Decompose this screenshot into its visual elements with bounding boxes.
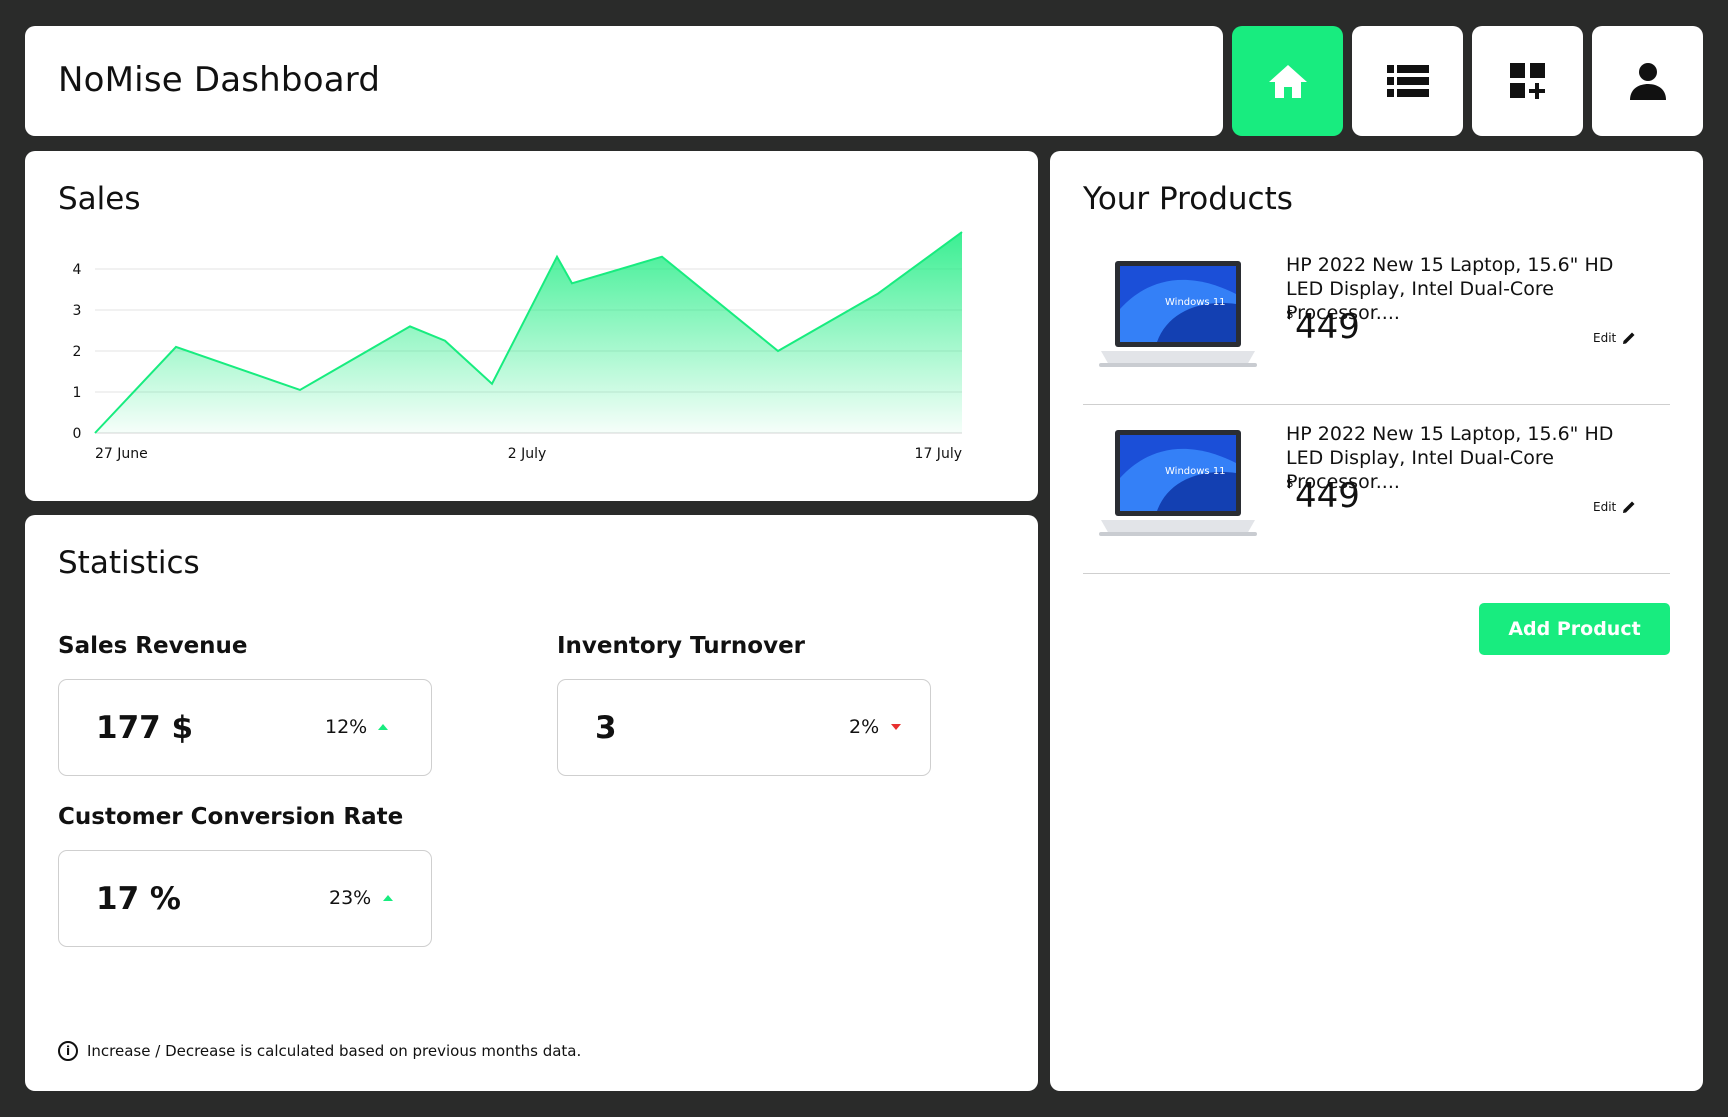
y-tick-label: 1 [73, 385, 82, 401]
statistics-note-text: Increase / Decrease is calculated based … [87, 1042, 582, 1060]
products-card: Your Products Windows 11 HP 2022 New 15 … [1050, 151, 1703, 1091]
trend-up-icon [383, 895, 393, 901]
sales-revenue-box: 177 $ 12% [58, 679, 432, 776]
trend-up-icon [378, 724, 388, 730]
laptop-screen-text: Windows 11 [1165, 466, 1226, 477]
conversion-rate-value: 17 % [96, 881, 181, 917]
add-product-button[interactable]: Add Product [1479, 603, 1670, 655]
product-item[interactable]: Windows 11 HP 2022 New 15 Laptop, 15.6" … [1083, 237, 1670, 405]
nav-profile-button[interactable] [1592, 26, 1703, 136]
header-bar: NoMise Dashboard [25, 26, 1223, 136]
dashboard-add-icon [1509, 63, 1545, 99]
x-tick-label: 2 July [508, 446, 547, 462]
product-price: 449 [1295, 307, 1360, 347]
edit-product-button[interactable]: Edit [1593, 500, 1636, 514]
home-icon [1268, 65, 1307, 98]
sales-area-fill [95, 232, 962, 433]
user-icon [1629, 63, 1666, 100]
statistics-card: Statistics Sales Revenue 177 $ 12% Inven… [25, 515, 1038, 1091]
sales-chart: 0 1 2 3 4 27 June 2 July 17 July [73, 231, 963, 462]
nav-add-widget-button[interactable] [1472, 26, 1583, 136]
products-title: Your Products [1083, 181, 1293, 217]
product-currency: $ [1286, 476, 1294, 490]
edit-product-button[interactable]: Edit [1593, 331, 1636, 345]
nav-list-button[interactable] [1352, 26, 1463, 136]
sales-revenue-change: 12% [325, 716, 368, 738]
conversion-rate-change: 23% [329, 887, 372, 909]
y-tick-label: 3 [73, 303, 82, 319]
conversion-rate-label: Customer Conversion Rate [58, 804, 404, 830]
pencil-icon [1623, 332, 1635, 344]
y-tick-label: 2 [73, 344, 82, 360]
inventory-turnover-label: Inventory Turnover [557, 633, 806, 659]
y-tick-label: 4 [73, 262, 82, 278]
x-tick-label: 17 July [915, 446, 962, 462]
product-price: 449 [1295, 476, 1360, 516]
edit-label: Edit [1593, 500, 1617, 514]
sales-revenue-label: Sales Revenue [58, 633, 248, 659]
product-currency: $ [1286, 307, 1294, 321]
page-title: NoMise Dashboard [58, 60, 381, 100]
conversion-rate-box: 17 % 23% [58, 850, 432, 947]
inventory-turnover-box: 3 2% [557, 679, 931, 776]
list-icon [1386, 65, 1429, 97]
x-tick-label: 27 June [95, 446, 148, 462]
inventory-turnover-change: 2% [849, 716, 880, 738]
pencil-icon [1623, 501, 1635, 513]
statistics-title: Statistics [58, 545, 200, 581]
y-tick-label: 0 [73, 426, 82, 442]
trend-down-icon [891, 724, 901, 730]
nav-home-button[interactable] [1232, 26, 1343, 136]
statistics-footnote: i Increase / Decrease is calculated base… [58, 1041, 581, 1061]
inventory-turnover-value: 3 [595, 710, 617, 746]
laptop-image: Windows 11 [1099, 261, 1257, 367]
edit-label: Edit [1593, 331, 1617, 345]
laptop-screen-text: Windows 11 [1165, 297, 1226, 308]
sales-card: Sales 0 1 2 3 4 27 June 2 July 17 July [25, 151, 1038, 501]
laptop-image: Windows 11 [1099, 430, 1257, 536]
sales-revenue-value: 177 $ [96, 710, 194, 746]
product-item[interactable]: Windows 11 HP 2022 New 15 Laptop, 15.6" … [1083, 406, 1670, 574]
info-icon: i [58, 1041, 78, 1061]
